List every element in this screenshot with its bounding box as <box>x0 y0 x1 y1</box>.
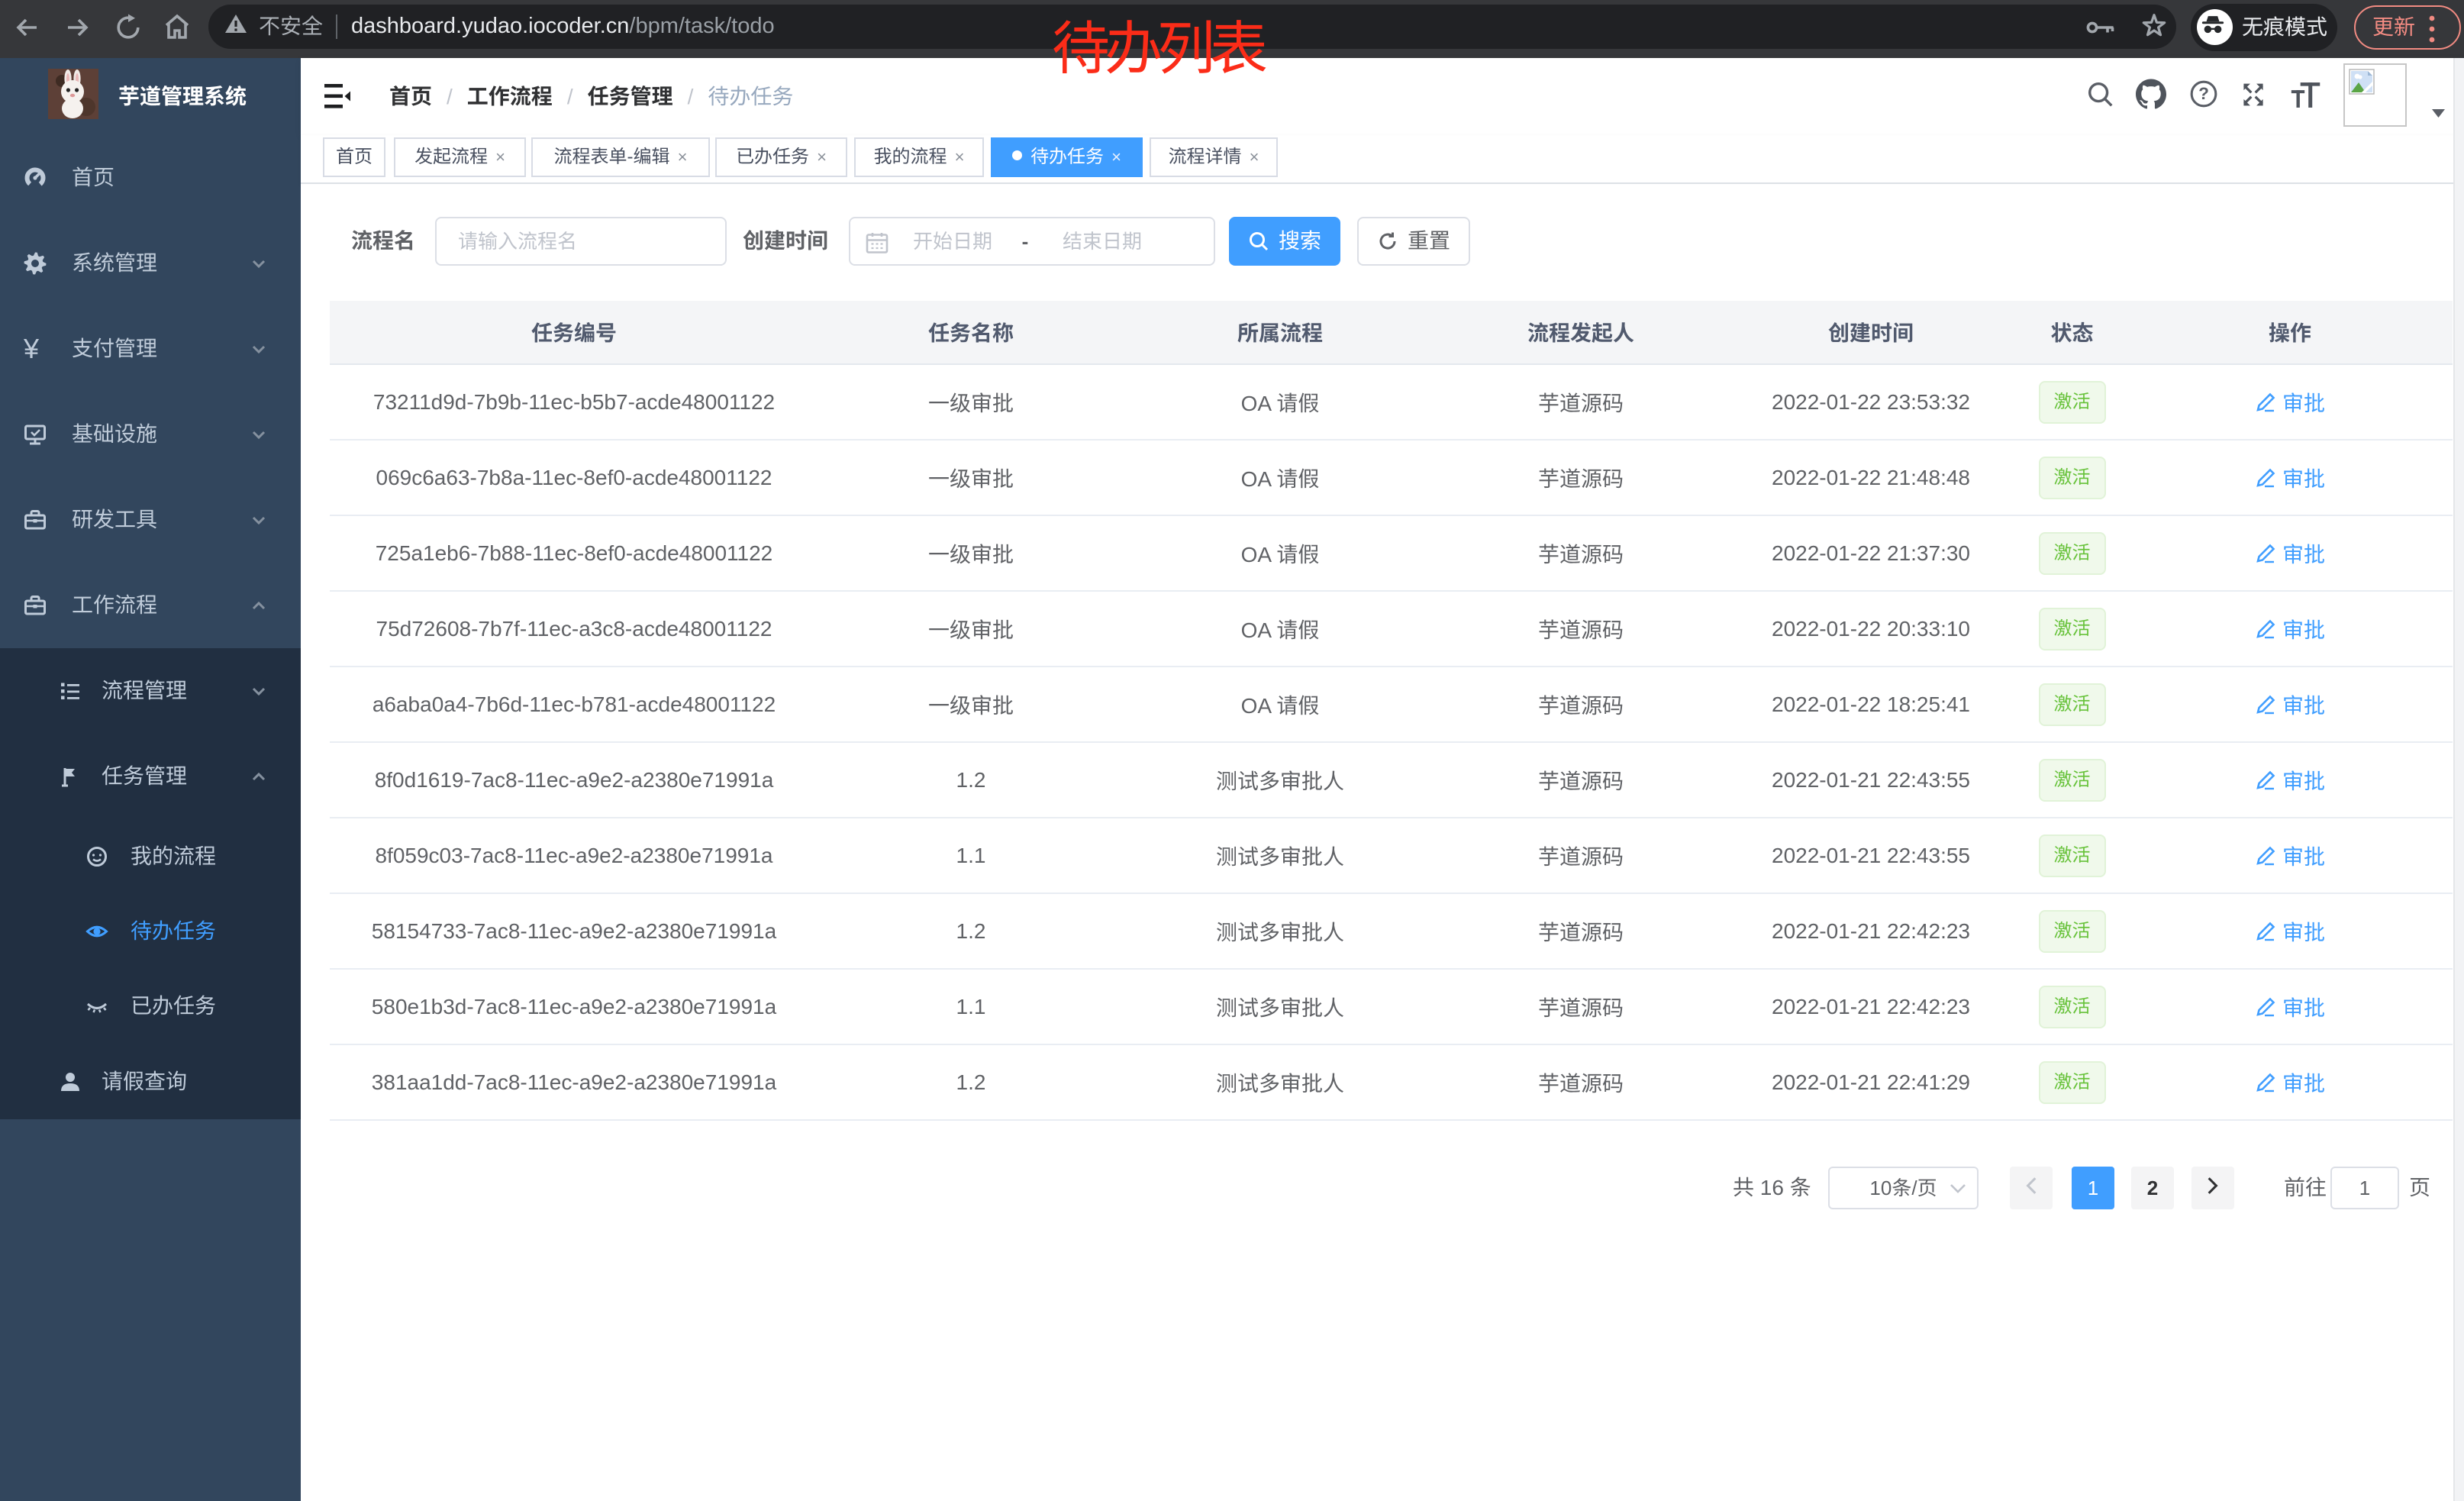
svg-text:?: ? <box>2198 84 2209 103</box>
